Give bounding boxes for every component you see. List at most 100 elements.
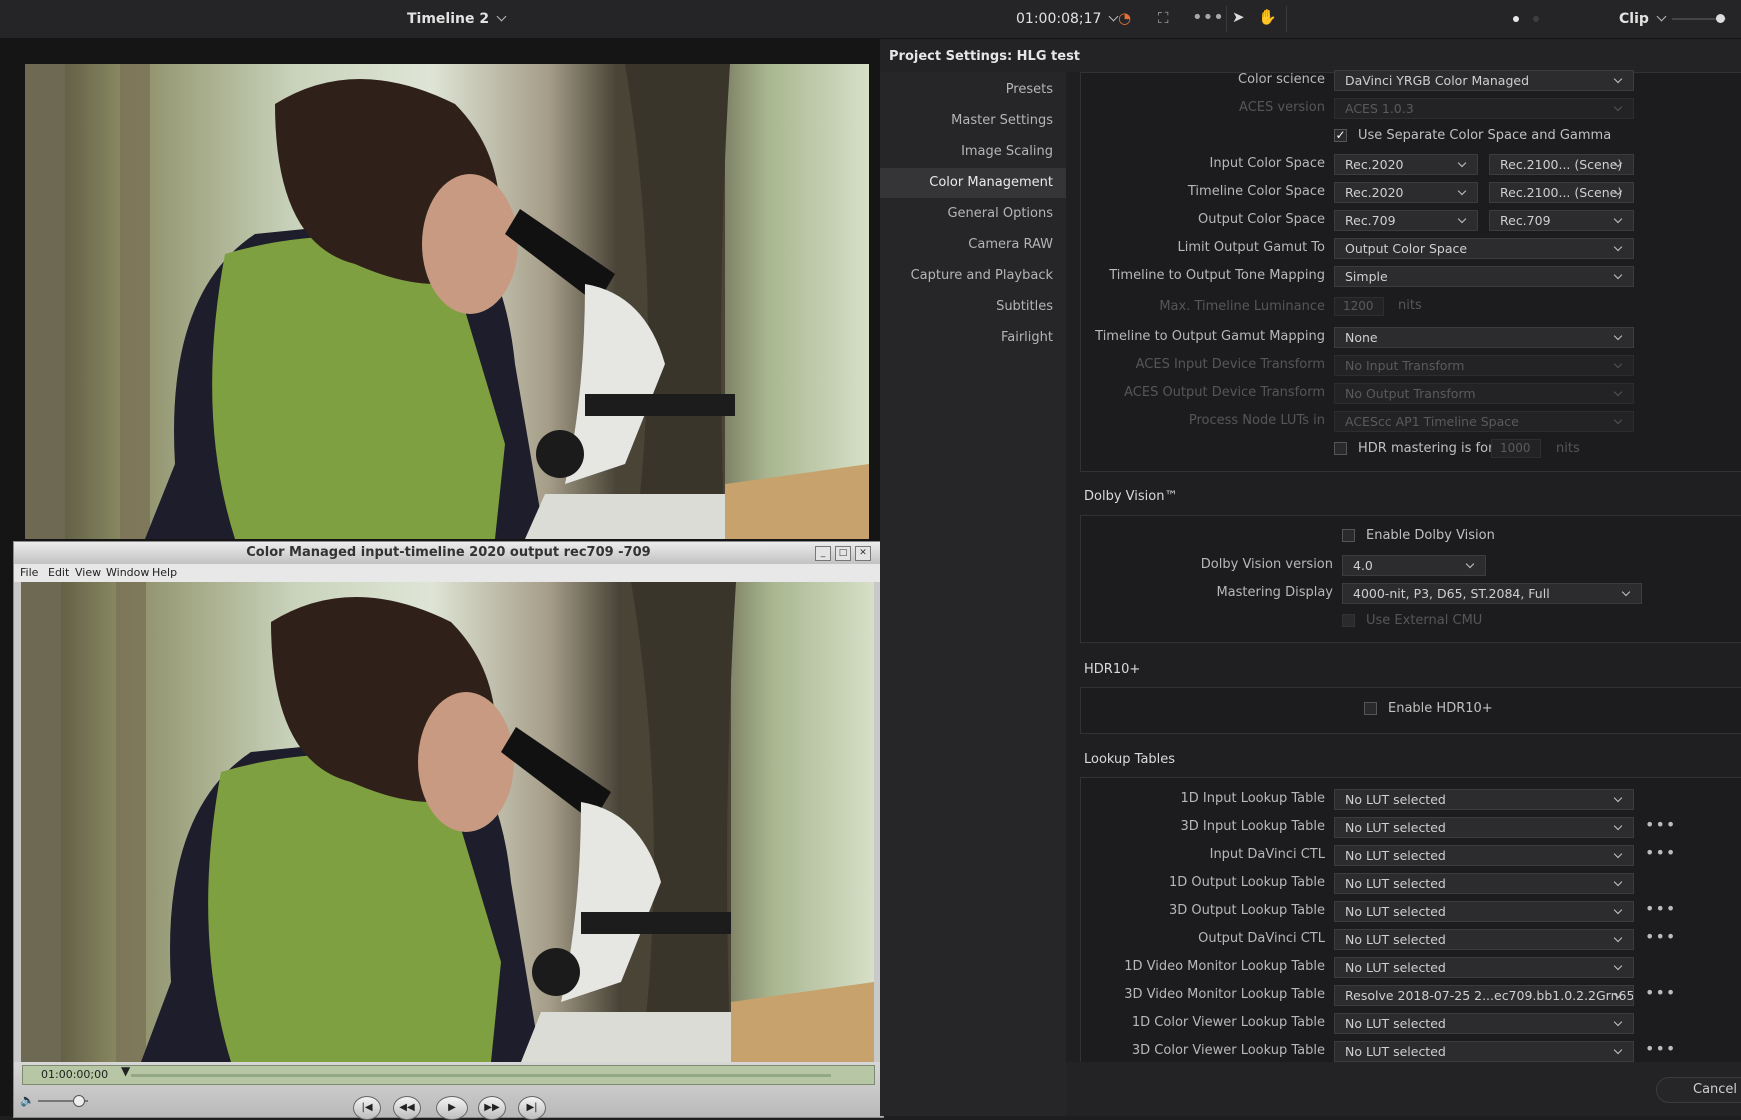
chevron-down-icon bbox=[1457, 158, 1467, 168]
lut-select[interactable]: No LUT selected bbox=[1334, 789, 1634, 810]
enable-dolby-checkbox[interactable] bbox=[1342, 529, 1355, 542]
chevron-down-icon bbox=[1613, 270, 1623, 280]
lut-select[interactable]: No LUT selected bbox=[1334, 901, 1634, 922]
gamut-mapping-select[interactable]: None bbox=[1334, 327, 1634, 348]
volume-slider-handle[interactable] bbox=[73, 1095, 85, 1107]
lut-row-label: 1D Input Lookup Table bbox=[1180, 791, 1326, 806]
color-science-select[interactable]: DaVinci YRGB Color Managed bbox=[1334, 70, 1634, 91]
volume-icon[interactable]: 🔈 bbox=[20, 1093, 35, 1107]
lut-select[interactable]: No LUT selected bbox=[1334, 957, 1634, 978]
menu-file[interactable]: File bbox=[20, 566, 38, 579]
menu-help[interactable]: Help bbox=[152, 566, 177, 579]
lut-select[interactable]: No LUT selected bbox=[1334, 873, 1634, 894]
aces-odt-label: ACES Output Device Transform bbox=[1124, 385, 1325, 400]
more-options-icon[interactable]: ••• bbox=[1645, 845, 1676, 861]
menu-window[interactable]: Window bbox=[106, 566, 149, 579]
lut-row-label: 3D Output Lookup Table bbox=[1169, 903, 1325, 918]
pointer-tool-icon[interactable]: ➤ bbox=[1232, 8, 1245, 26]
hdr-mastering-checkbox[interactable] bbox=[1334, 442, 1347, 455]
enable-hdr10-checkbox[interactable] bbox=[1364, 702, 1377, 715]
lut-row-label: 3D Input Lookup Table bbox=[1180, 819, 1326, 834]
aces-version-value: ACES 1.0.3 bbox=[1345, 101, 1414, 116]
go-to-end-icon[interactable]: ▶| bbox=[518, 1096, 546, 1120]
chevron-down-icon bbox=[1613, 214, 1623, 224]
toolbar-divider bbox=[1286, 6, 1287, 32]
tone-mapping-label: Timeline to Output Tone Mapping bbox=[1109, 268, 1325, 283]
input-color-space-value: Rec.2020 bbox=[1345, 157, 1404, 172]
lut-select[interactable]: No LUT selected bbox=[1334, 817, 1634, 838]
lut-select[interactable]: Resolve 2018-07-25 2...ec709.bb1.0.2.2Gr… bbox=[1334, 985, 1634, 1006]
fullscreen-icon[interactable]: ⛶ bbox=[1158, 9, 1169, 27]
cancel-button[interactable]: Cancel bbox=[1656, 1077, 1741, 1103]
player-timecode: 01:00:00;00 bbox=[41, 1068, 109, 1081]
timeline-selector[interactable]: Timeline 2 bbox=[407, 11, 507, 27]
lut-row-label: 1D Color Viewer Lookup Table bbox=[1131, 1015, 1325, 1030]
lut-select[interactable]: No LUT selected bbox=[1334, 1013, 1634, 1034]
scrub-bar[interactable] bbox=[131, 1074, 831, 1077]
zoom-slider-handle[interactable] bbox=[1716, 14, 1725, 23]
menu-edit[interactable]: Edit bbox=[48, 566, 69, 579]
page-dot-active[interactable] bbox=[1513, 16, 1519, 22]
hdr10-header: HDR10+ bbox=[1084, 662, 1141, 677]
lut-select-value: No LUT selected bbox=[1345, 792, 1446, 807]
input-gamma-select[interactable]: Rec.2100... (Scene) bbox=[1489, 154, 1634, 175]
dolby-version-select[interactable]: 4.0 bbox=[1342, 555, 1486, 576]
go-to-start-icon[interactable]: |◀ bbox=[353, 1096, 381, 1120]
rewind-icon[interactable]: ◀◀ bbox=[393, 1096, 421, 1120]
player-video-frame bbox=[21, 582, 874, 1062]
chevron-down-icon bbox=[1613, 415, 1623, 425]
separate-colorspace-checkbox[interactable]: ✓ bbox=[1334, 129, 1347, 142]
color-wheel-icon[interactable]: ◔ bbox=[1118, 9, 1131, 27]
node-luts-select[interactable]: ACEScc AP1 Timeline Space bbox=[1334, 411, 1634, 432]
fast-forward-icon[interactable]: ▶▶ bbox=[478, 1096, 506, 1120]
lut-select-value: No LUT selected bbox=[1345, 1044, 1446, 1059]
timecode-display[interactable]: 01:00:08;17 bbox=[1016, 11, 1119, 27]
clip-mode-selector[interactable]: Clip bbox=[1619, 11, 1667, 27]
more-options-icon[interactable]: ••• bbox=[1192, 7, 1224, 28]
timeline-gamma-select[interactable]: Rec.2100... (Scene) bbox=[1489, 182, 1634, 203]
more-options-icon[interactable]: ••• bbox=[1645, 901, 1676, 917]
external-cmu-checkbox[interactable] bbox=[1342, 614, 1355, 627]
lut-select[interactable]: No LUT selected bbox=[1334, 1041, 1634, 1062]
tone-mapping-select[interactable]: Simple bbox=[1334, 266, 1634, 287]
hand-tool-icon[interactable]: ✋ bbox=[1258, 8, 1277, 26]
project-settings-title: Project Settings: HLG test bbox=[889, 49, 1081, 64]
lut-select[interactable]: No LUT selected bbox=[1334, 929, 1634, 950]
minimize-icon[interactable]: _ bbox=[815, 546, 831, 561]
input-color-space-select[interactable]: Rec.2020 bbox=[1334, 154, 1478, 175]
lut-row-label: 3D Color Viewer Lookup Table bbox=[1131, 1043, 1325, 1058]
page-dot[interactable] bbox=[1533, 16, 1539, 22]
chevron-down-icon bbox=[1613, 961, 1623, 971]
mastering-display-select[interactable]: 4000-nit, P3, D65, ST.2084, Full bbox=[1342, 583, 1642, 604]
more-options-icon[interactable]: ••• bbox=[1645, 1041, 1676, 1057]
play-icon[interactable]: ▶ bbox=[436, 1096, 468, 1120]
more-options-icon[interactable]: ••• bbox=[1645, 817, 1676, 833]
timeline-color-space-label: Timeline Color Space bbox=[1187, 184, 1325, 199]
enable-dolby-label: Enable Dolby Vision bbox=[1366, 528, 1495, 543]
hdr-mastering-unit: nits bbox=[1556, 441, 1580, 456]
lut-select[interactable]: No LUT selected bbox=[1334, 845, 1634, 866]
aces-odt-select[interactable]: No Output Transform bbox=[1334, 383, 1634, 404]
lut-select-value: No LUT selected bbox=[1345, 876, 1446, 891]
aces-idt-select[interactable]: No Input Transform bbox=[1334, 355, 1634, 376]
max-luminance-input[interactable]: 1200 bbox=[1334, 297, 1384, 316]
more-options-icon[interactable]: ••• bbox=[1645, 929, 1676, 945]
node-luts-label: Process Node LUTs in bbox=[1188, 413, 1325, 428]
limit-gamut-select[interactable]: Output Color Space bbox=[1334, 238, 1634, 259]
close-icon[interactable]: ✕ bbox=[855, 546, 871, 561]
chevron-down-icon bbox=[1613, 1045, 1623, 1055]
aces-version-label: ACES version bbox=[1239, 100, 1325, 115]
output-color-space-select[interactable]: Rec.709 bbox=[1334, 210, 1478, 231]
player-timeline[interactable]: 01:00:00;00 ▼ bbox=[22, 1064, 875, 1085]
output-color-space-label: Output Color Space bbox=[1198, 212, 1325, 227]
more-options-icon[interactable]: ••• bbox=[1645, 985, 1676, 1001]
player-title-bar[interactable]: Color Managed input-timeline 2020 output… bbox=[14, 542, 883, 564]
timeline-color-space-select[interactable]: Rec.2020 bbox=[1334, 182, 1478, 203]
maximize-icon[interactable]: □ bbox=[835, 546, 851, 561]
hdr-mastering-input[interactable]: 1000 bbox=[1491, 439, 1541, 458]
menu-view[interactable]: View bbox=[75, 566, 101, 579]
separate-colorspace-label: Use Separate Color Space and Gamma bbox=[1358, 128, 1612, 143]
playhead-icon[interactable]: ▼ bbox=[121, 1064, 130, 1078]
output-gamma-select[interactable]: Rec.709 bbox=[1489, 210, 1634, 231]
aces-version-select[interactable]: ACES 1.0.3 bbox=[1334, 98, 1634, 119]
